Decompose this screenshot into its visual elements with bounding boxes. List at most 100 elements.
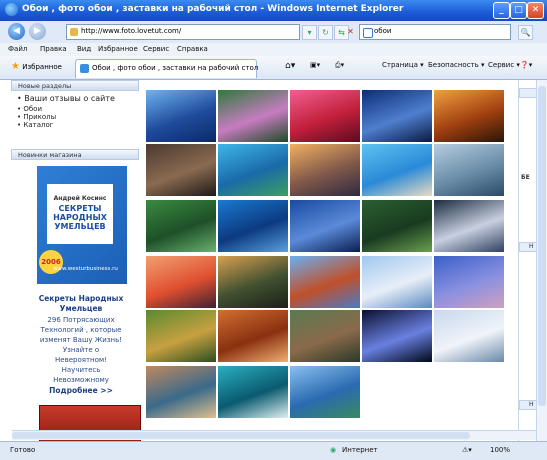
book-title-line1: СЕКРЕТЫ (58, 204, 102, 213)
security-menu[interactable]: Безопасность ▾ (428, 61, 484, 69)
promo-title-1: Секреты Народных (38, 294, 124, 303)
nav-link-catalog[interactable]: Каталог (17, 121, 53, 129)
menu-edit[interactable]: Правка (40, 45, 67, 53)
status-bar: Готово ◉ Интернет ⚠▾ 100% (0, 441, 547, 460)
wallpaper-thumbnail-blue-bay[interactable] (290, 366, 360, 418)
maximize-button[interactable]: □ (510, 2, 527, 19)
globe-icon: ◉ (330, 446, 337, 454)
page-content: Новые разделы Ваши отзывы о сайте Обои П… (0, 80, 547, 441)
favorites-button[interactable]: ★ Избранное (11, 61, 62, 72)
home-icon[interactable]: ⌂▾ (285, 61, 295, 71)
wallpaper-thumbnail-stone-arch[interactable] (290, 256, 360, 308)
book-site: www.westurbusiness.ru (53, 266, 118, 272)
wallpaper-thumbnail-ocean-wave[interactable] (218, 366, 288, 418)
wallpaper-thumbnail-forest-waterfall[interactable] (218, 256, 288, 308)
wallpaper-thumbnail-tree-roots[interactable] (146, 144, 216, 196)
address-dropdown-button[interactable]: ▾ (302, 25, 317, 40)
right-label-2: Н (529, 243, 534, 250)
menu-help[interactable]: Справка (177, 45, 208, 53)
refresh-button[interactable]: ↻ (318, 25, 333, 40)
wallpaper-thumbnail-storm-sky[interactable] (434, 200, 504, 252)
tab-active[interactable]: Обои , фото обои , заставки на рабочий с… (75, 59, 259, 78)
vertical-scrollbar[interactable] (536, 80, 547, 441)
title-bar: Обои , фото обои , заставки на рабочий с… (0, 0, 547, 21)
wallpaper-thumbnail-island-sea[interactable] (218, 200, 288, 252)
wallpaper-thumbnail-tropical-lagoon[interactable] (218, 144, 288, 196)
page-menu[interactable]: Страница ▾ (382, 61, 424, 69)
promo-line-5: Невероятном! (55, 356, 107, 364)
wallpaper-thumbnail-waterfall-jungle[interactable] (362, 200, 432, 252)
wallpaper-thumbnail-autumn-lake[interactable] (146, 310, 216, 362)
help-menu[interactable]: ❓▾ (520, 61, 532, 69)
address-bar[interactable]: http://www.foto.lovetut.com/ (66, 24, 300, 40)
ie-logo-icon (5, 3, 18, 16)
left-sidebar: Новые разделы Ваши отзывы о сайте Обои П… (11, 80, 141, 441)
wallpaper-thumbnail-lightning[interactable] (362, 310, 432, 362)
wallpaper-thumbnail-snowy-forest[interactable] (434, 310, 504, 362)
menu-tools[interactable]: Сервис (143, 45, 169, 53)
book-label: Андрей Косинс СЕКРЕТЫ НАРОДНЫХ УМЕЛЬЦЕВ (47, 184, 113, 244)
wallpaper-thumbnail-blue-mountain-lake[interactable] (290, 200, 360, 252)
forward-button[interactable]: ▶ (29, 23, 46, 40)
promo-line-1: 296 Потрясающих (47, 316, 115, 324)
reviews-link[interactable]: Ваши отзывы о сайте (17, 94, 115, 103)
book-cover-image[interactable]: Андрей Косинс СЕКРЕТЫ НАРОДНЫХ УМЕЛЬЦЕВ … (37, 166, 127, 284)
search-box[interactable]: обои (359, 24, 511, 40)
tab-row: ★ Избранное Обои , фото обои , заставки … (0, 56, 547, 80)
promo-line-7: Невозможному (53, 376, 109, 384)
search-query: обои (374, 27, 392, 35)
star-icon: ★ (11, 61, 20, 72)
wallpaper-thumbnail-green-forest-lake[interactable] (146, 200, 216, 252)
wallpaper-thumbnail-grey-coast[interactable] (434, 144, 504, 196)
address-url: http://www.foto.lovetut.com/ (81, 27, 182, 35)
zoom-level[interactable]: 100% (490, 446, 510, 454)
search-provider-icon (363, 28, 373, 38)
wallpaper-thumbnail-big-trees[interactable] (290, 310, 360, 362)
promo-title-2: Умельцев (59, 304, 103, 313)
wallpaper-thumbnail-coast-rocks[interactable] (146, 366, 216, 418)
wallpaper-thumbnail-pink-sunset[interactable] (290, 90, 360, 142)
tab-title: Обои , фото обои , заставки на рабочий с… (92, 64, 259, 72)
menu-favorites[interactable]: Избранное (98, 45, 138, 53)
back-button[interactable]: ◀ (8, 23, 25, 40)
nav-link-jokes[interactable]: Приколы (17, 113, 56, 121)
promo-more-link[interactable]: Подробнее >> (11, 386, 151, 395)
minimize-button[interactable]: _ (493, 2, 510, 19)
wallpaper-thumbnail-palm-beach[interactable] (362, 144, 432, 196)
status-text: Готово (10, 446, 36, 454)
wallpaper-thumbnail-red-sunset-clouds[interactable] (146, 256, 216, 308)
right-label-3: Н (529, 401, 534, 408)
wallpaper-thumbnail-blue-mountains[interactable] (146, 90, 216, 142)
wallpaper-thumbnail-lotus-flowers[interactable] (218, 90, 288, 142)
protected-mode-icon[interactable]: ⚠▾ (462, 446, 472, 454)
wallpaper-thumbnail-sunset-beach[interactable] (290, 144, 360, 196)
new-sections-header: Новые разделы (11, 80, 139, 91)
tools-menu[interactable]: Сервис ▾ (488, 61, 520, 69)
horizontal-scroll-thumb[interactable] (12, 432, 470, 439)
horizontal-scrollbar[interactable] (12, 430, 536, 440)
wallpaper-thumbnail-purple-horizon[interactable] (434, 256, 504, 308)
search-button[interactable]: 🔍 (518, 25, 533, 40)
right-label-1: БЕ (521, 174, 530, 181)
promo-line-3: изменят Вашу Жизнь! (39, 336, 123, 344)
print-icon[interactable]: ⎙▾ (335, 61, 344, 70)
book-title-line2: НАРОДНЫХ (53, 213, 107, 222)
promo-line-4: Узнайте о (62, 346, 100, 354)
stop-button[interactable]: ✕ (344, 25, 357, 38)
menu-view[interactable]: Вид (77, 45, 91, 53)
window-title: Обои , фото обои , заставки на рабочий с… (22, 4, 404, 14)
favorites-label: Избранное (22, 63, 62, 71)
promo-line-6: Научитесь (61, 366, 101, 374)
menu-file[interactable]: Файл (8, 45, 27, 53)
wallpaper-thumbnail-blue-night-lake[interactable] (362, 90, 432, 142)
wallpaper-thumbnail-snowy-peaks[interactable] (362, 256, 432, 308)
wallpaper-thumbnail-orange-sunset-sea[interactable] (434, 90, 504, 142)
feeds-icon[interactable]: ▣▾ (310, 61, 320, 69)
vertical-scroll-thumb[interactable] (538, 86, 546, 406)
zone-text: Интернет (342, 446, 378, 454)
close-button[interactable]: ✕ (527, 2, 544, 19)
nav-link-wallpapers[interactable]: Обои (17, 105, 42, 113)
shop-news-header: Новинки магазина (11, 149, 139, 160)
wallpaper-thumbnail-canyon-river[interactable] (218, 310, 288, 362)
page-icon (70, 28, 78, 36)
